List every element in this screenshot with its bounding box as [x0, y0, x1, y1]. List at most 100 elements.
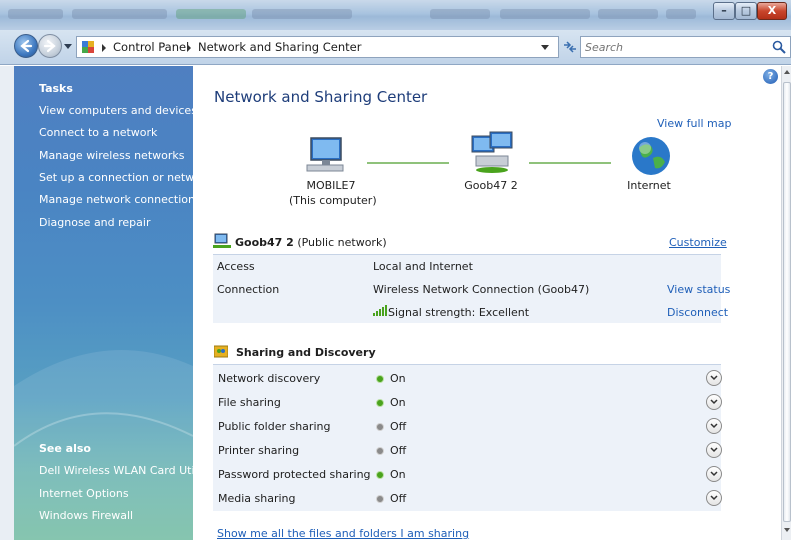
recent-pages-dropdown-icon[interactable]	[64, 44, 72, 49]
maximize-button[interactable]: □	[735, 2, 757, 20]
search-icon[interactable]	[772, 40, 786, 54]
signal-strength-icon	[373, 305, 387, 316]
task-setup-connection[interactable]: Set up a connection or network	[39, 171, 212, 184]
expand-chevron-button[interactable]	[706, 370, 722, 386]
address-field[interactable]: Control Panel Network and Sharing Center	[76, 36, 559, 58]
back-button[interactable]	[14, 34, 38, 58]
minimize-button[interactable]: –	[713, 2, 735, 20]
sharing-row-value: On	[390, 396, 406, 409]
control-panel-icon	[82, 41, 94, 53]
sharing-row-value: Off	[390, 444, 407, 457]
network-header: Goob47 2 (Public network)	[235, 236, 387, 249]
vertical-scrollbar[interactable]	[781, 66, 791, 540]
view-status-link[interactable]: View status	[667, 283, 730, 296]
search-input[interactable]	[585, 39, 755, 55]
task-view-computers[interactable]: View computers and devices	[39, 104, 197, 117]
chevron-down-icon	[710, 447, 718, 453]
refresh-icon[interactable]	[560, 36, 580, 58]
expand-chevron-button[interactable]	[706, 394, 722, 410]
task-connect-network[interactable]: Connect to a network	[39, 126, 157, 139]
sidebar-swoosh-decoration	[14, 350, 193, 540]
breadcrumb-network-sharing-center[interactable]: Network and Sharing Center	[198, 40, 361, 54]
breadcrumb-separator-icon	[102, 44, 106, 52]
customize-link[interactable]: Customize	[669, 236, 727, 249]
network-type: (Public network)	[297, 236, 387, 249]
blurred-taskbar-item	[598, 9, 658, 19]
close-icon: X	[767, 4, 777, 17]
help-icon[interactable]: ?	[763, 69, 778, 84]
blurred-taskbar-item	[252, 9, 352, 19]
network-icon	[471, 131, 513, 173]
chevron-down-icon	[710, 375, 718, 381]
tasks-heading: Tasks	[39, 82, 73, 95]
disconnect-link[interactable]: Disconnect	[667, 306, 728, 319]
task-manage-wireless[interactable]: Manage wireless networks	[39, 149, 184, 162]
scroll-down-arrow-icon[interactable]	[784, 528, 790, 532]
map-network-name: Goob47 2	[464, 179, 518, 192]
network-details-panel: Access Local and Internet Connection Wir…	[213, 254, 730, 323]
breadcrumb-control-panel[interactable]: Control Panel	[113, 40, 189, 54]
internet-globe-icon	[632, 137, 670, 175]
chevron-down-icon	[710, 399, 718, 405]
back-arrow-icon	[20, 39, 33, 53]
status-off-icon	[377, 424, 383, 430]
sharing-row-printer: Printer sharing Off	[213, 438, 722, 462]
expand-chevron-button[interactable]	[706, 466, 722, 482]
map-connection-line	[529, 162, 611, 164]
expand-chevron-button[interactable]	[706, 442, 722, 458]
see-also-heading: See also	[39, 442, 91, 455]
window-title-bar: – □ X	[0, 0, 791, 30]
see-also-dell-wlan[interactable]: Dell Wireless WLAN Card Utility	[39, 464, 211, 477]
connection-label: Connection	[217, 283, 280, 296]
window-left-edge	[0, 66, 14, 540]
close-button[interactable]: X	[757, 2, 787, 20]
blurred-taskbar-item	[72, 9, 167, 19]
main-content: ? Network and Sharing Center View full m…	[193, 66, 781, 540]
blurred-taskbar-item	[8, 9, 63, 19]
view-full-map-link[interactable]: View full map	[657, 117, 732, 130]
status-on-icon	[377, 376, 383, 382]
sharing-row-file-sharing: File sharing On	[213, 390, 722, 414]
see-also-windows-firewall[interactable]: Windows Firewall	[39, 509, 133, 522]
breadcrumb-separator-icon	[187, 44, 191, 52]
map-internet-label: Internet	[627, 179, 671, 192]
blurred-taskbar-item	[176, 9, 246, 19]
sharing-row-label: Network discovery	[218, 372, 321, 385]
address-dropdown-icon[interactable]	[541, 45, 549, 50]
search-box[interactable]	[580, 36, 791, 58]
chevron-down-icon	[710, 423, 718, 429]
network-bench-icon	[213, 233, 231, 248]
page-title: Network and Sharing Center	[214, 88, 428, 106]
status-on-icon	[377, 472, 383, 478]
maximize-icon: □	[740, 4, 752, 17]
sharing-row-value: On	[390, 372, 406, 385]
sharing-row-value: On	[390, 468, 406, 481]
sharing-row-value: Off	[390, 492, 407, 505]
sharing-row-value: Off	[390, 420, 407, 433]
show-shared-files-link[interactable]: Show me all the files and folders I am s…	[217, 527, 469, 540]
sharing-row-label: Password protected sharing	[218, 468, 371, 481]
map-computer-sub: (This computer)	[289, 194, 377, 207]
scrollbar-thumb[interactable]	[783, 82, 791, 522]
forward-button[interactable]	[38, 34, 62, 58]
map-computer-name: MOBILE7	[306, 179, 356, 192]
sharing-row-label: File sharing	[218, 396, 281, 409]
blurred-taskbar-item	[666, 9, 696, 19]
sharing-row-network-discovery: Network discovery On	[213, 366, 722, 390]
task-diagnose-repair[interactable]: Diagnose and repair	[39, 216, 151, 229]
network-name: Goob47 2	[235, 236, 294, 249]
expand-chevron-button[interactable]	[706, 418, 722, 434]
see-also-internet-options[interactable]: Internet Options	[39, 487, 129, 500]
minimize-icon: –	[721, 4, 727, 17]
status-off-icon	[377, 448, 383, 454]
expand-chevron-button[interactable]	[706, 490, 722, 506]
chevron-down-icon	[710, 471, 718, 477]
task-manage-connections[interactable]: Manage network connections	[39, 193, 201, 206]
access-label: Access	[217, 260, 255, 273]
scroll-up-arrow-icon[interactable]	[784, 70, 790, 74]
chevron-down-icon	[710, 495, 718, 501]
status-off-icon	[377, 496, 383, 502]
status-on-icon	[377, 400, 383, 406]
sharing-row-label: Media sharing	[218, 492, 296, 505]
sharing-icon	[214, 345, 228, 358]
